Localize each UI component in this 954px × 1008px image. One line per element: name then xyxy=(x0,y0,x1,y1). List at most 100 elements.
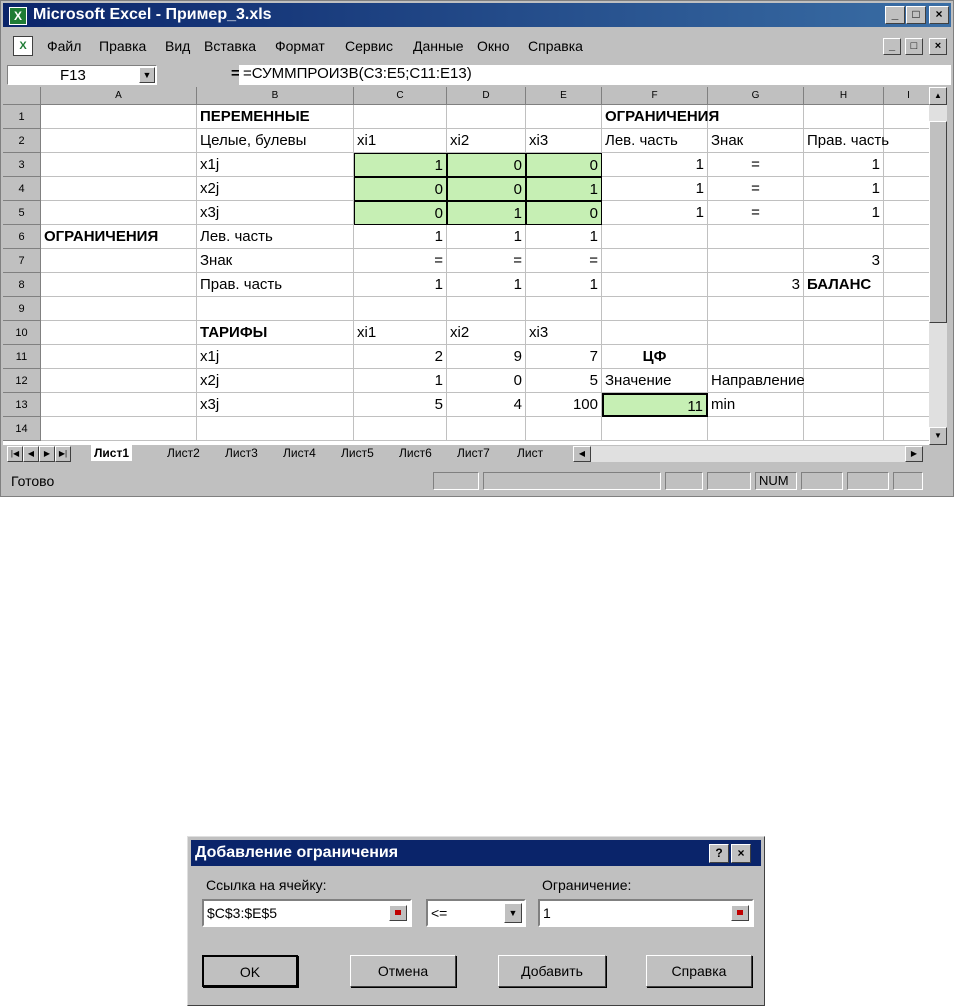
column-header-g[interactable]: G xyxy=(708,87,804,105)
close-icon[interactable]: × xyxy=(731,844,751,863)
cell-f14[interactable] xyxy=(602,417,708,441)
row-header-3[interactable]: 3 xyxy=(3,153,41,177)
cell-g12[interactable]: Направление xyxy=(708,369,805,393)
cell-g7[interactable] xyxy=(708,249,804,273)
cell-e10[interactable]: xi3 xyxy=(526,321,602,345)
row-header-4[interactable]: 4 xyxy=(3,177,41,201)
cell-g13[interactable]: min xyxy=(708,393,804,417)
cell-i9[interactable] xyxy=(884,297,929,321)
scroll-down-icon[interactable]: ▼ xyxy=(929,427,947,445)
cell-a9[interactable] xyxy=(41,297,197,321)
cell-g9[interactable] xyxy=(708,297,804,321)
cell-g10[interactable] xyxy=(708,321,804,345)
cell-g5[interactable]: = xyxy=(708,201,804,225)
cell-d3[interactable]: 0 xyxy=(447,153,526,177)
cell-c13[interactable]: 5 xyxy=(354,393,447,417)
cell-d9[interactable] xyxy=(447,297,526,321)
row-header-14[interactable]: 14 xyxy=(3,417,41,441)
cell-b13[interactable]: x3j xyxy=(197,393,354,417)
row-header-11[interactable]: 11 xyxy=(3,345,41,369)
cell-b5[interactable]: x3j xyxy=(197,201,354,225)
cell-f9[interactable] xyxy=(602,297,708,321)
cell-c2[interactable]: xi1 xyxy=(354,129,447,153)
cell-g11[interactable] xyxy=(708,345,804,369)
scroll-left-icon[interactable]: ◀ xyxy=(573,446,591,462)
cell-b12[interactable]: x2j xyxy=(197,369,354,393)
cell-d11[interactable]: 9 xyxy=(447,345,526,369)
tab-sheet7[interactable]: Лист7 xyxy=(457,445,490,461)
cell-b2[interactable]: Целые, булевы xyxy=(197,129,354,153)
menu-insert[interactable]: Вставка xyxy=(204,38,256,54)
cell-c3[interactable]: 1 xyxy=(354,153,447,177)
cell-i6[interactable] xyxy=(884,225,929,249)
cell-h2[interactable]: Прав. часть xyxy=(804,129,889,153)
horizontal-scrollbar[interactable]: ◀ ▶ xyxy=(573,446,923,462)
cell-a10[interactable] xyxy=(41,321,197,345)
row-header-12[interactable]: 12 xyxy=(3,369,41,393)
cell-b11[interactable]: x1j xyxy=(197,345,354,369)
cell-c9[interactable] xyxy=(354,297,447,321)
tab-sheet4[interactable]: Лист4 xyxy=(283,445,316,461)
cell-a3[interactable] xyxy=(41,153,197,177)
cell-g6[interactable] xyxy=(708,225,804,249)
scroll-right-icon[interactable]: ▶ xyxy=(905,446,923,462)
cell-i1[interactable] xyxy=(884,105,929,129)
cell-c12[interactable]: 1 xyxy=(354,369,447,393)
cell-h14[interactable] xyxy=(804,417,884,441)
cell-i10[interactable] xyxy=(884,321,929,345)
cell-a14[interactable] xyxy=(41,417,197,441)
menu-help[interactable]: Справка xyxy=(528,38,583,54)
doc-restore-button[interactable]: □ xyxy=(905,38,923,55)
cell-b7[interactable]: Знак xyxy=(197,249,354,273)
cell-i2[interactable] xyxy=(884,129,929,153)
row-header-7[interactable]: 7 xyxy=(3,249,41,273)
doc-close-button[interactable]: × xyxy=(929,38,947,55)
cell-c8[interactable]: 1 xyxy=(354,273,447,297)
cell-h4[interactable]: 1 xyxy=(804,177,884,201)
cell-i7[interactable] xyxy=(884,249,929,273)
cell-e3[interactable]: 0 xyxy=(526,153,602,177)
cell-e13[interactable]: 100 xyxy=(526,393,602,417)
cancel-button[interactable]: Отмена xyxy=(350,955,456,987)
column-header-f[interactable]: F xyxy=(602,87,708,105)
minimize-button[interactable]: _ xyxy=(885,6,905,24)
column-header-e[interactable]: E xyxy=(526,87,602,105)
cell-c4[interactable]: 0 xyxy=(354,177,447,201)
menu-format[interactable]: Формат xyxy=(275,38,325,54)
column-header-b[interactable]: B xyxy=(197,87,354,105)
row-header-13[interactable]: 13 xyxy=(3,393,41,417)
workbook-icon[interactable]: X xyxy=(13,36,33,56)
vertical-scrollbar[interactable]: ▲ ▼ xyxy=(929,87,947,445)
cell-f1[interactable]: ОГРАНИЧЕНИЯ xyxy=(602,105,719,129)
cell-f12[interactable]: Значение xyxy=(602,369,708,393)
cell-f3[interactable]: 1 xyxy=(602,153,708,177)
column-header-a[interactable]: A xyxy=(41,87,197,105)
cell-a5[interactable] xyxy=(41,201,197,225)
cell-d2[interactable]: xi2 xyxy=(447,129,526,153)
cell-h6[interactable] xyxy=(804,225,884,249)
scroll-thumb[interactable] xyxy=(929,121,947,323)
formula-input[interactable]: =СУММПРОИЗВ(C3:E5;C11:E13) xyxy=(239,65,951,85)
cell-g3[interactable]: = xyxy=(708,153,804,177)
cell-h3[interactable]: 1 xyxy=(804,153,884,177)
row-header-6[interactable]: 6 xyxy=(3,225,41,249)
column-header-d[interactable]: D xyxy=(447,87,526,105)
cell-a4[interactable] xyxy=(41,177,197,201)
cell-i8[interactable] xyxy=(884,273,929,297)
cell-d5[interactable]: 1 xyxy=(447,201,526,225)
cell-f2[interactable]: Лев. часть xyxy=(602,129,708,153)
last-sheet-icon[interactable]: ▶| xyxy=(55,446,71,462)
name-box-dropdown-icon[interactable]: ▼ xyxy=(139,67,155,83)
cell-ref-input[interactable]: $C$3:$E$5 xyxy=(202,899,412,927)
cell-a6[interactable]: ОГРАНИЧЕНИЯ xyxy=(41,225,197,249)
cell-h7[interactable]: 3 xyxy=(804,249,884,273)
add-button[interactable]: Добавить xyxy=(498,955,606,987)
cell-b10[interactable]: ТАРИФЫ xyxy=(197,321,354,345)
cell-g4[interactable]: = xyxy=(708,177,804,201)
cell-e14[interactable] xyxy=(526,417,602,441)
cell-d8[interactable]: 1 xyxy=(447,273,526,297)
cell-e1[interactable] xyxy=(526,105,602,129)
cell-f11[interactable]: ЦФ xyxy=(602,345,708,369)
tab-sheet1[interactable]: Лист1 xyxy=(91,445,133,461)
cell-a2[interactable] xyxy=(41,129,197,153)
